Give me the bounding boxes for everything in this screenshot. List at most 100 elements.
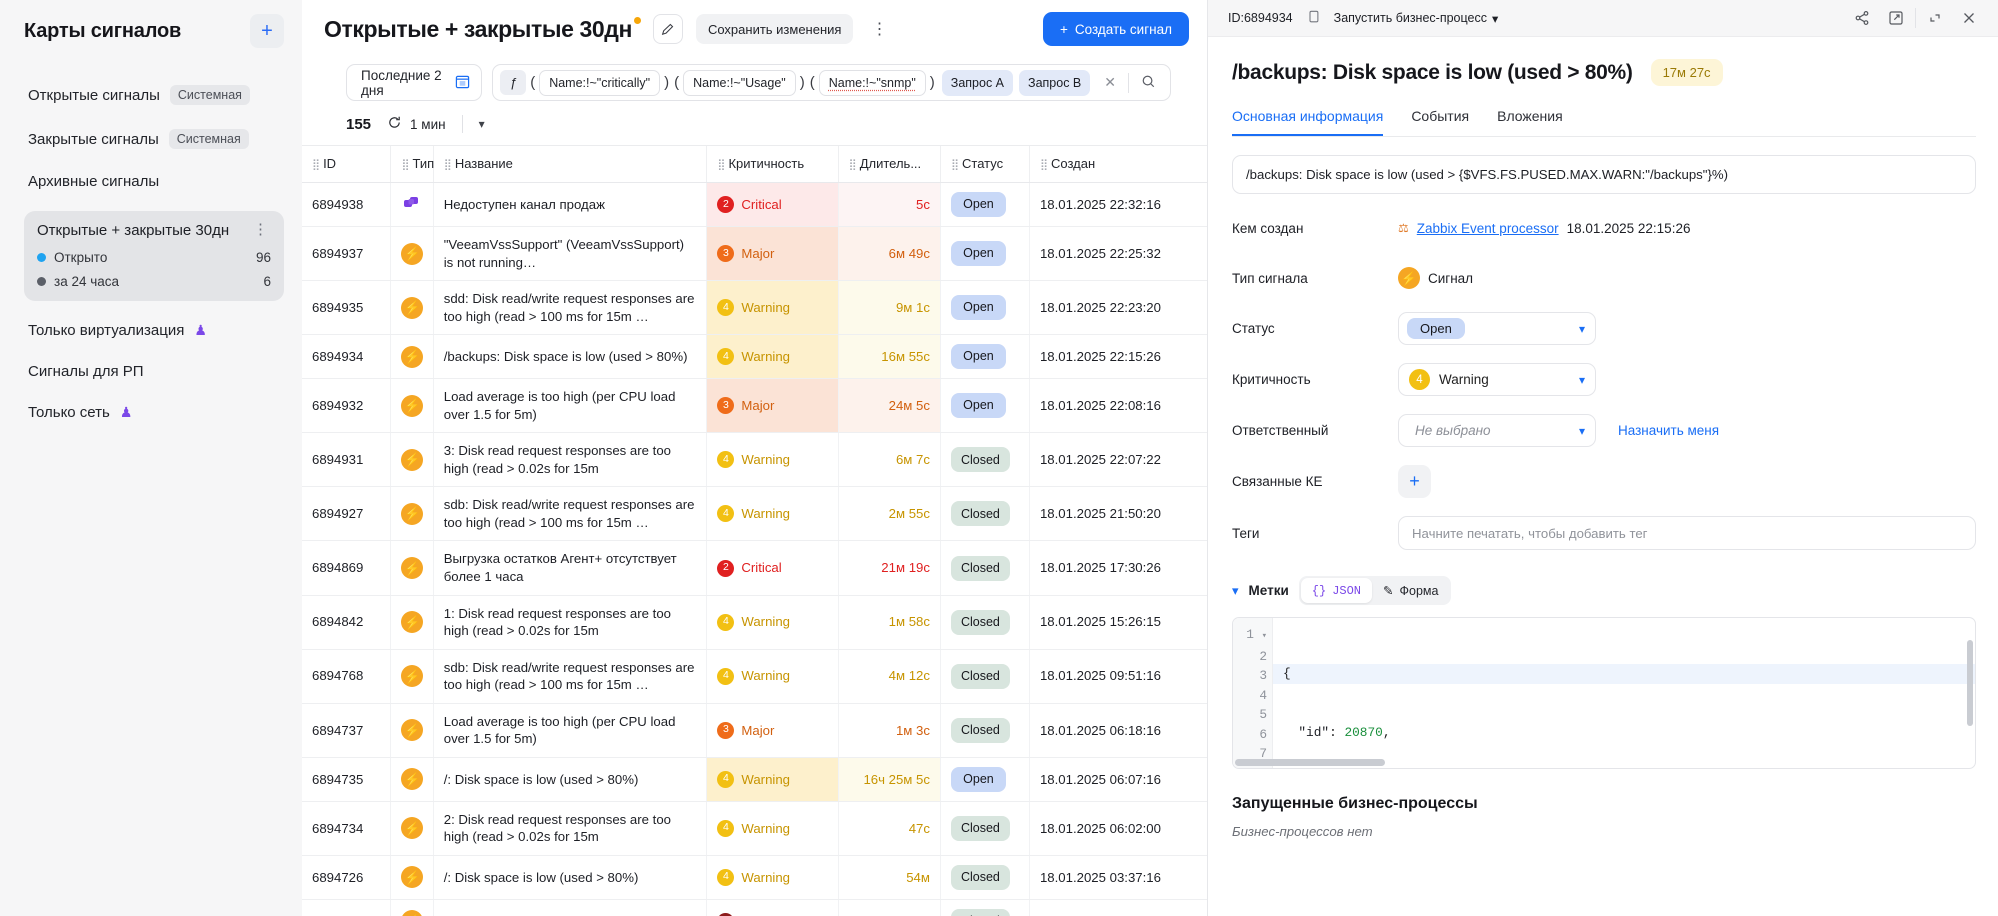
cell-created: 18.01.2025 22:23:20 <box>1029 281 1207 335</box>
cell-duration: 16м 55с <box>838 335 940 379</box>
table-row[interactable]: 6894937⚡"VeeamVssSupport" (VeeamVssSuppo… <box>302 227 1207 281</box>
created-by-link[interactable]: Zabbix Event processor <box>1417 221 1559 236</box>
sidebar-item-closed-signals[interactable]: Закрытые сигналы Системная <box>24 120 284 158</box>
create-signal-button[interactable]: + Создать сигнал <box>1043 12 1189 46</box>
cell-name[interactable]: "VeeamVssSupport" (VeeamVssSupport) is n… <box>433 227 707 281</box>
table-row[interactable]: 6894869⚡Выгрузка остатков Агент+ отсутст… <box>302 541 1207 595</box>
bolt-icon: ⚡ <box>401 449 423 471</box>
query-chip[interactable]: Name:!~"critically" <box>539 70 660 96</box>
sidebar-item-open-signals[interactable]: Открытые сигналы Системная <box>24 76 284 114</box>
table-row[interactable]: 6894931⚡3: Disk read request responses a… <box>302 433 1207 487</box>
cell-name[interactable]: Выгрузка остатков Агент+ отсутствует бол… <box>433 541 707 595</box>
close-icon[interactable] <box>1954 5 1984 31</box>
cell-name[interactable]: sdb: Disk read/write request responses a… <box>433 649 707 703</box>
table-row[interactable]: 6894932⚡Load average is too high (per CP… <box>302 379 1207 433</box>
description-field[interactable]: /backups: Disk space is low (used > {$VF… <box>1232 155 1976 194</box>
create-signal-label: Создать сигнал <box>1075 22 1172 37</box>
refresh-interval-control[interactable]: 1 мин <box>387 115 446 133</box>
main-kebab-icon[interactable]: ⋮ <box>866 14 892 44</box>
table-row[interactable]: 6894768⚡sdb: Disk read/write request res… <box>302 649 1207 703</box>
share-icon[interactable] <box>1847 5 1877 31</box>
chevron-down-icon[interactable]: ▾ <box>479 117 485 131</box>
cell-type: ⚡ <box>391 281 433 335</box>
status-badge: Closed <box>951 447 1010 472</box>
sidebar-item-archive-signals[interactable]: Архивные сигналы <box>24 164 284 199</box>
chevron-down-icon[interactable]: ▾ <box>1232 583 1239 599</box>
tab-events[interactable]: События <box>1411 108 1469 136</box>
clear-query-icon[interactable]: ✕ <box>1093 74 1125 91</box>
cell-type: ⚡ <box>391 595 433 649</box>
code-vertical-scrollbar[interactable] <box>1967 640 1973 726</box>
bolt-icon: ⚡ <box>401 346 423 368</box>
assign-me-link[interactable]: Назначить меня <box>1618 423 1719 438</box>
cell-name[interactable]: 2: Disk read request responses are too h… <box>433 801 707 855</box>
sidebar-item-network-only[interactable]: Только сеть ♟ <box>24 395 284 430</box>
copy-icon[interactable] <box>1307 10 1320 27</box>
tab-main-info[interactable]: Основная информация <box>1232 108 1383 136</box>
code-content[interactable]: { "id": 20870, "url": 8, "state": 0, "va… <box>1273 618 1975 769</box>
cell-name[interactable]: Load average is too high (per CPU load o… <box>433 379 707 433</box>
column-grip-icon: ⣿ <box>1040 159 1047 171</box>
cell-name[interactable]: sdb: Disk read/write request responses a… <box>433 487 707 541</box>
line-number: 6 <box>1242 725 1267 745</box>
add-related-ci-button[interactable]: + <box>1398 465 1431 498</box>
saved-query-a[interactable]: Запрос A <box>942 70 1013 96</box>
tags-input[interactable]: Начните печатать, чтобы добавить тег <box>1398 516 1976 550</box>
cell-name[interactable]: Load average is too high (per CPU load o… <box>433 703 707 757</box>
function-icon[interactable]: ƒ <box>500 70 526 95</box>
col-header-created[interactable]: ⣿Создан <box>1029 146 1207 183</box>
col-header-name[interactable]: ⣿Название <box>433 146 707 183</box>
table-row[interactable]: 6894712⚡Недоступен (icmp)1Fatal8ч 47м 7с… <box>302 899 1207 916</box>
sidebar-item-open-closed-30d[interactable]: Открытые + закрытые 30дн ⋮ Открыто 96 за… <box>24 211 284 301</box>
col-header-criticality[interactable]: ⣿Критичность <box>707 146 838 183</box>
open-external-icon[interactable] <box>1881 5 1911 31</box>
cell-name[interactable]: /: Disk space is low (used > 80%) <box>433 855 707 899</box>
cell-name[interactable]: sdd: Disk read/write request responses a… <box>433 281 707 335</box>
cell-name[interactable]: /backups: Disk space is low (used > 80%) <box>433 335 707 379</box>
tab-attachments[interactable]: Вложения <box>1497 108 1563 136</box>
table-row[interactable]: 6894735⚡/: Disk space is low (used > 80%… <box>302 757 1207 801</box>
labels-json-editor[interactable]: 1 ▾ 2 3 4 5 6 7 { "id": 20870, "url": 8,… <box>1232 617 1976 769</box>
save-changes-button[interactable]: Сохранить изменения <box>696 14 854 44</box>
field-signal-type: Тип сигнала ⚡ Сигнал <box>1232 262 1976 294</box>
cell-id: 6894927 <box>302 487 391 541</box>
labels-json-tab[interactable]: {} JSON <box>1301 578 1372 603</box>
assignee-select[interactable]: Не выбрано ▾ <box>1398 414 1596 447</box>
cell-name[interactable]: 3: Disk read request responses are too h… <box>433 433 707 487</box>
col-header-type[interactable]: ⣿Тип <box>391 146 433 183</box>
collapse-icon[interactable] <box>1920 5 1950 31</box>
sidebar-item-signals-for-rp[interactable]: Сигналы для РП <box>24 354 284 389</box>
table-row[interactable]: 6894737⚡Load average is too high (per CP… <box>302 703 1207 757</box>
table-row[interactable]: 6894726⚡/: Disk space is low (used > 80%… <box>302 855 1207 899</box>
col-header-duration[interactable]: ⣿Длитель... <box>838 146 940 183</box>
table-row[interactable]: 6894938Недоступен канал продаж2Critical5… <box>302 183 1207 227</box>
search-icon[interactable] <box>1132 74 1164 92</box>
date-range-filter[interactable]: Последние 2 дня <box>346 64 482 101</box>
cell-name[interactable]: 1: Disk read request responses are too h… <box>433 595 707 649</box>
query-chip[interactable]: Name:!~"Usage" <box>683 70 796 96</box>
cell-name[interactable]: Недоступен канал продаж <box>433 183 707 227</box>
code-horizontal-scrollbar[interactable] <box>1235 759 1385 766</box>
cell-name[interactable]: Недоступен (icmp) <box>433 899 707 916</box>
status-select[interactable]: Open ▾ <box>1398 312 1596 345</box>
col-header-status[interactable]: ⣿Статус <box>940 146 1029 183</box>
labels-form-tab[interactable]: ✎ Форма <box>1372 578 1449 603</box>
cell-name[interactable]: /: Disk space is low (used > 80%) <box>433 757 707 801</box>
table-row[interactable]: 6894842⚡1: Disk read request responses a… <box>302 595 1207 649</box>
line-number: 1 ▾ <box>1242 625 1267 647</box>
table-row[interactable]: 6894935⚡sdd: Disk read/write request res… <box>302 281 1207 335</box>
sidebar-card-kebab-icon[interactable]: ⋮ <box>251 222 271 237</box>
table-row[interactable]: 6894934⚡/backups: Disk space is low (use… <box>302 335 1207 379</box>
edit-pencil-icon[interactable] <box>653 14 683 44</box>
sidebar-item-virtualization-only[interactable]: Только виртуализация ♟ <box>24 313 284 348</box>
table-row[interactable]: 6894927⚡sdb: Disk read/write request res… <box>302 487 1207 541</box>
table-row[interactable]: 6894734⚡2: Disk read request responses a… <box>302 801 1207 855</box>
col-header-id[interactable]: ⣿ID <box>302 146 391 183</box>
query-chip[interactable]: Name:!~"snmp" <box>819 70 926 96</box>
person-icon: ♟ <box>120 405 133 419</box>
signals-table-wrapper[interactable]: ⣿ID ⣿Тип ⣿Название ⣿Критичность ⣿Длитель… <box>302 145 1207 916</box>
start-business-process-dropdown[interactable]: Запустить бизнес-процесс ▾ <box>1334 11 1499 26</box>
saved-query-b[interactable]: Запрос B <box>1019 70 1090 96</box>
severity-select[interactable]: 4 Warning ▾ <box>1398 363 1596 396</box>
add-map-button[interactable]: + <box>250 14 284 48</box>
